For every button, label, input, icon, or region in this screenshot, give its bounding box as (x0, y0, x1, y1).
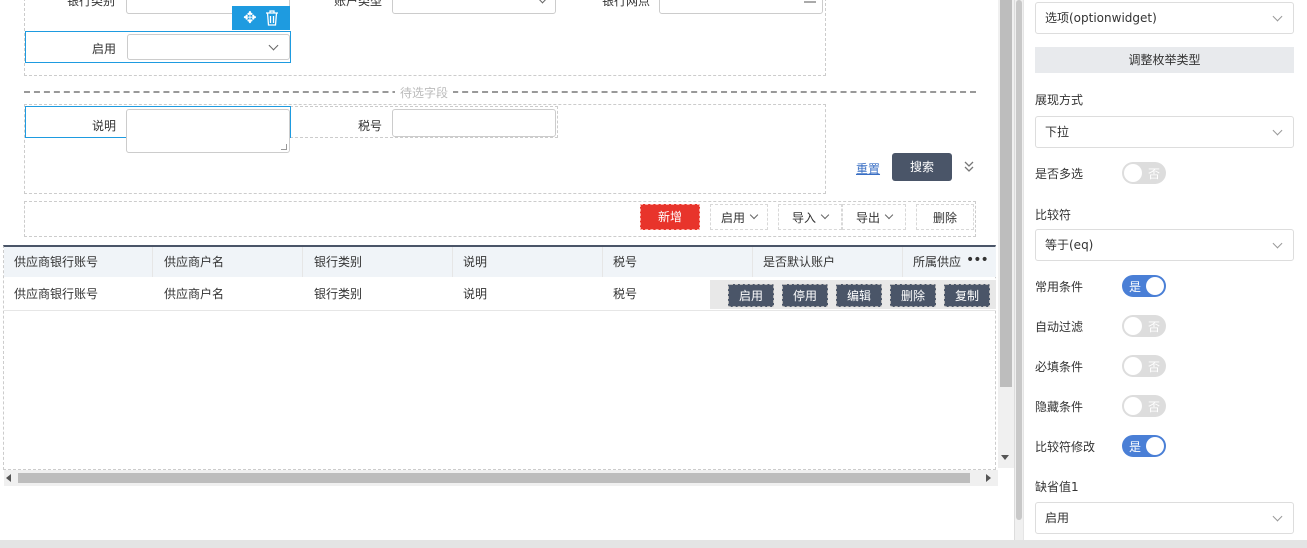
cell-desc: 说明 (463, 287, 488, 301)
toggle-text: 否 (1147, 320, 1160, 334)
resize-handle-icon[interactable] (281, 144, 287, 150)
scroll-left-icon[interactable] (6, 474, 11, 482)
comparator-edit-toggle[interactable]: 是 (1122, 435, 1166, 457)
table-vscroll-thumb[interactable] (1000, 0, 1012, 387)
cell-tax: 税号 (613, 287, 638, 301)
display-mode-select[interactable]: 下拉 (1035, 116, 1294, 148)
enabled-select[interactable] (127, 34, 290, 60)
default-value-value: 启用 (1045, 511, 1070, 525)
display-mode-label: 展现方式 (1035, 93, 1084, 107)
auto-filter-toggle[interactable]: 否 (1122, 315, 1166, 337)
hidden-cond-toggle[interactable]: 否 (1122, 395, 1166, 417)
canvas-vscroll-thumb[interactable] (1016, 0, 1022, 520)
row-disable-button[interactable]: 停用 (782, 284, 828, 307)
row-delete-button[interactable]: 删除 (890, 284, 936, 307)
default-value-label: 缺省值1 (1035, 480, 1079, 494)
table-hscroll-thumb[interactable] (18, 473, 970, 483)
row-edit-button[interactable]: 编辑 (836, 284, 882, 307)
toggle-knob (1124, 164, 1142, 182)
pending-divider (24, 91, 976, 93)
collapse-icon[interactable] (963, 160, 975, 174)
chevron-down-icon (820, 210, 830, 220)
toggle-knob (1146, 437, 1164, 455)
col-header-default-account[interactable]: 是否默认账户 (753, 247, 903, 277)
chevron-down-icon (1272, 11, 1283, 22)
tax-input[interactable] (392, 109, 556, 137)
chevron-down-icon (1272, 125, 1283, 136)
bottom-strip (0, 540, 1307, 548)
desc-label: 说明 (91, 119, 116, 133)
widget-type-value: 选项(optionwidget) (1045, 11, 1157, 25)
import-dropdown-label: 导入 (791, 210, 816, 225)
search-button[interactable]: 搜索 (892, 153, 952, 181)
account-type-label: 账户类型 (333, 0, 382, 8)
add-button[interactable]: 新增 (640, 204, 700, 230)
default-value-select[interactable]: 启用 (1035, 502, 1294, 534)
col-header-supplier[interactable]: 所属供应 (903, 247, 963, 277)
comparator-edit-label: 比较符修改 (1035, 440, 1096, 454)
toggle-text: 否 (1147, 400, 1160, 414)
chevron-down-icon (749, 210, 759, 220)
export-dropdown[interactable]: 导出 (842, 204, 906, 230)
row-copy-button[interactable]: 复制 (944, 284, 990, 307)
toggle-knob (1124, 357, 1142, 375)
required-cond-toggle[interactable]: 否 (1122, 355, 1166, 377)
col-header-desc[interactable]: 说明 (453, 247, 603, 277)
scroll-down-icon[interactable] (1001, 455, 1009, 460)
enabled-label: 启用 (91, 42, 116, 56)
adjust-enum-button[interactable]: 调整枚举类型 (1035, 47, 1294, 73)
common-cond-label: 常用条件 (1035, 280, 1084, 294)
bank-type-label: 银行类别 (66, 0, 115, 8)
col-header-account[interactable]: 供应商银行账号 (4, 247, 153, 277)
toggle-knob (1146, 277, 1164, 295)
comparator-select[interactable]: 等于(eq) (1035, 229, 1294, 261)
chevron-down-icon (1272, 238, 1283, 249)
toggle-text: 否 (1147, 360, 1160, 374)
common-cond-toggle[interactable]: 是 (1122, 275, 1166, 297)
cell-account-name: 供应商户名 (164, 287, 225, 301)
cell-account: 供应商银行账号 (14, 287, 99, 301)
col-header-account-name[interactable]: 供应商户名 (154, 247, 303, 277)
desc-textarea[interactable] (126, 109, 290, 153)
toggle-knob (1124, 397, 1142, 415)
col-header-tax[interactable]: 税号 (603, 247, 753, 277)
pending-fields-label: 待选字段 (395, 84, 454, 101)
trash-icon[interactable] (265, 10, 279, 26)
toggle-text: 是 (1129, 440, 1142, 454)
comparator-value: 等于(eq) (1045, 238, 1094, 252)
enable-dropdown[interactable]: 启用 (710, 204, 768, 230)
widget-type-select[interactable]: 选项(optionwidget) (1035, 2, 1294, 34)
cell-bank-type: 银行类别 (314, 287, 363, 301)
toggle-text: 是 (1129, 280, 1142, 294)
chevron-down-icon (1272, 511, 1283, 522)
required-cond-label: 必填条件 (1035, 360, 1084, 374)
bank-branch-label: 银行网点 (601, 0, 650, 8)
multi-select-toggle[interactable]: 否 (1122, 162, 1166, 184)
col-header-bank-type[interactable]: 银行类别 (304, 247, 453, 277)
export-dropdown-label: 导出 (855, 210, 880, 225)
more-icon[interactable]: ••• (966, 252, 989, 268)
comparator-label: 比较符 (1035, 208, 1072, 222)
delete-button[interactable]: 删除 (916, 204, 974, 230)
bank-branch-input[interactable] (659, 0, 823, 14)
properties-panel (1023, 0, 1307, 540)
account-type-select[interactable] (392, 0, 556, 14)
enable-dropdown-label: 启用 (720, 210, 745, 225)
multi-select-label: 是否多选 (1035, 167, 1084, 181)
tax-label: 税号 (357, 119, 382, 133)
auto-filter-label: 自动过滤 (1035, 320, 1084, 334)
display-mode-value: 下拉 (1045, 125, 1070, 139)
toggle-text: 否 (1147, 167, 1160, 181)
hidden-cond-label: 隐藏条件 (1035, 400, 1084, 414)
row-enable-button[interactable]: 启用 (728, 284, 774, 307)
reset-link[interactable]: 重置 (856, 160, 880, 177)
scroll-right-icon[interactable] (986, 474, 991, 482)
move-icon[interactable]: ✥ (241, 9, 259, 27)
toggle-knob (1124, 317, 1142, 335)
import-dropdown[interactable]: 导入 (778, 204, 842, 230)
chevron-down-icon (884, 210, 894, 220)
list-icon[interactable] (804, 1, 816, 3)
